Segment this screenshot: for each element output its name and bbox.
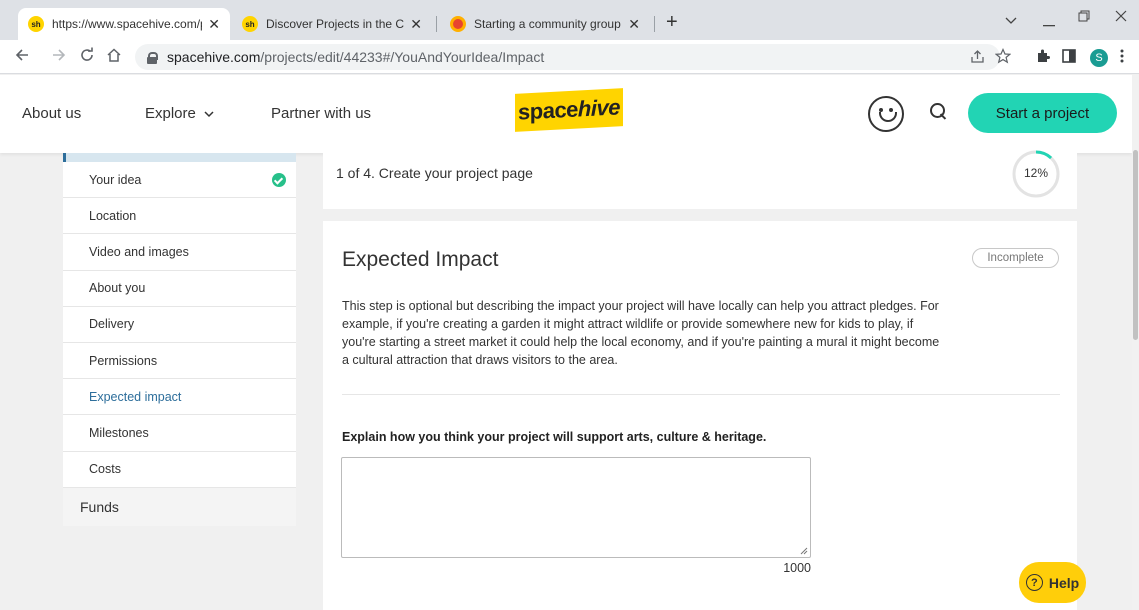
sidebar-item-expected-impact[interactable]: Expected impact: [63, 379, 296, 416]
tab-title: Discover Projects in the Crowdfu: [266, 17, 405, 31]
sidebar-item-label: Your idea: [89, 172, 142, 187]
minimize-icon[interactable]: [1043, 14, 1055, 30]
back-icon[interactable]: [14, 47, 30, 67]
start-project-button[interactable]: Start a project: [968, 93, 1117, 133]
sidebar-item-label: Costs: [89, 462, 121, 477]
sidebar-item-costs[interactable]: Costs: [63, 451, 296, 488]
tab-close-icon[interactable]: ✕: [628, 16, 640, 33]
spacehive-favicon-icon: sh: [242, 16, 258, 32]
page-title: Expected Impact: [342, 248, 499, 271]
sidebar-section-header: [63, 153, 296, 162]
sidebar-item-location[interactable]: Location: [63, 198, 296, 235]
browser-tab-bar: sh https://www.spacehive.com/proje ✕ sh …: [0, 0, 1139, 40]
nav-explore-label: Explore: [145, 105, 196, 122]
sidebar-section-funds[interactable]: Funds: [63, 487, 296, 526]
sidebar-item-label: About you: [89, 281, 146, 296]
url-host: spacehive.com: [167, 49, 261, 65]
search-icon[interactable]: [930, 103, 946, 119]
logo-text-hive: hive: [577, 94, 620, 122]
forward-icon[interactable]: [51, 47, 67, 67]
sidebar-item-label: Milestones: [89, 425, 149, 440]
home-icon[interactable]: [106, 47, 122, 67]
tab-search-chevron-icon[interactable]: [1005, 12, 1017, 28]
sidebar-item-label: Permissions: [89, 353, 158, 368]
close-window-icon[interactable]: [1115, 9, 1127, 25]
progress-percent: 12%: [1023, 166, 1049, 180]
check-circle-icon: [272, 173, 286, 187]
browser-tab-active[interactable]: sh https://www.spacehive.com/proje ✕: [18, 8, 230, 40]
tab-divider: [654, 16, 655, 32]
help-label: Help: [1048, 574, 1080, 591]
address-bar[interactable]: spacehive.com/projects/edit/44233#/YouAn…: [135, 44, 1000, 70]
help-button[interactable]: ? Help: [1019, 562, 1086, 603]
sidebar-item-video-and-images[interactable]: Video and images: [63, 234, 296, 271]
sidebar-item-delivery[interactable]: Delivery: [63, 306, 296, 343]
character-limit: 1000: [783, 561, 811, 575]
divider: [342, 394, 1060, 395]
tab-close-icon[interactable]: ✕: [208, 16, 220, 33]
spacehive-favicon-icon: sh: [28, 16, 44, 32]
lock-icon: [147, 51, 158, 64]
sidebar-item-permissions[interactable]: Permissions: [63, 342, 296, 380]
logo-text-space: space: [518, 96, 578, 125]
sidebar-item-label: Video and images: [89, 244, 189, 259]
share-icon[interactable]: [970, 49, 985, 68]
step-indicator: 1 of 4. Create your project page: [336, 165, 533, 181]
question-circle-icon: ?: [1025, 574, 1043, 591]
status-badge: Incomplete: [972, 248, 1059, 268]
profile-avatar[interactable]: S: [1090, 49, 1108, 67]
step-progress-card: 1 of 4. Create your project page 12%: [323, 150, 1077, 209]
sidebar-item-label: Location: [89, 208, 137, 223]
extensions-icon[interactable]: [1035, 49, 1050, 68]
site-header: About us Explore Partner with us space hi…: [0, 75, 1132, 153]
reload-icon[interactable]: [79, 47, 95, 67]
browser-tab[interactable]: sh Discover Projects in the Crowdfu ✕: [232, 8, 432, 40]
new-tab-icon[interactable]: +: [666, 12, 678, 32]
tab-close-icon[interactable]: ✕: [410, 16, 422, 33]
side-panel-icon[interactable]: [1062, 49, 1076, 67]
step-sidebar: Your idea Location Video and images Abou…: [63, 153, 296, 526]
sidebar-item-label: Delivery: [89, 317, 135, 332]
nav-partner-with-us[interactable]: Partner with us: [271, 105, 371, 122]
bookmark-star-icon[interactable]: [994, 48, 1012, 68]
chevron-down-icon: [204, 111, 214, 117]
tab-divider: [436, 16, 437, 32]
nav-explore[interactable]: Explore: [145, 105, 214, 122]
sidebar-item-label: Expected impact: [89, 389, 182, 404]
browser-tab[interactable]: Starting a community group guid ✕: [440, 8, 650, 40]
browser-toolbar: spacehive.com/projects/edit/44233#/YouAn…: [0, 40, 1139, 74]
tab-title: Starting a community group guid: [474, 17, 622, 31]
nav-about-us[interactable]: About us: [22, 105, 81, 122]
tab-title: https://www.spacehive.com/proje: [52, 17, 202, 31]
sidebar-item-milestones[interactable]: Milestones: [63, 415, 296, 452]
user-avatar-smiley-icon[interactable]: [868, 96, 904, 132]
sidebar-item-about-you[interactable]: About you: [63, 270, 296, 307]
impact-description: This step is optional but describing the…: [342, 299, 940, 367]
url-path: /projects/edit/44233#/YouAndYourIdea/Imp…: [260, 49, 545, 65]
red-circle-favicon-icon: [450, 16, 466, 32]
sidebar-item-your-idea[interactable]: Your idea: [63, 162, 296, 199]
expected-impact-card: Expected Impact Incomplete This step is …: [323, 221, 1077, 610]
resize-handle-icon[interactable]: [799, 546, 808, 555]
scrollbar-thumb[interactable]: [1133, 150, 1138, 340]
restore-icon[interactable]: [1078, 9, 1090, 25]
more-menu-icon[interactable]: [1120, 49, 1124, 67]
spacehive-logo[interactable]: space hive: [515, 88, 623, 132]
impact-question-label: Explain how you think your project will …: [342, 430, 767, 444]
impact-answer-field[interactable]: [341, 457, 811, 558]
